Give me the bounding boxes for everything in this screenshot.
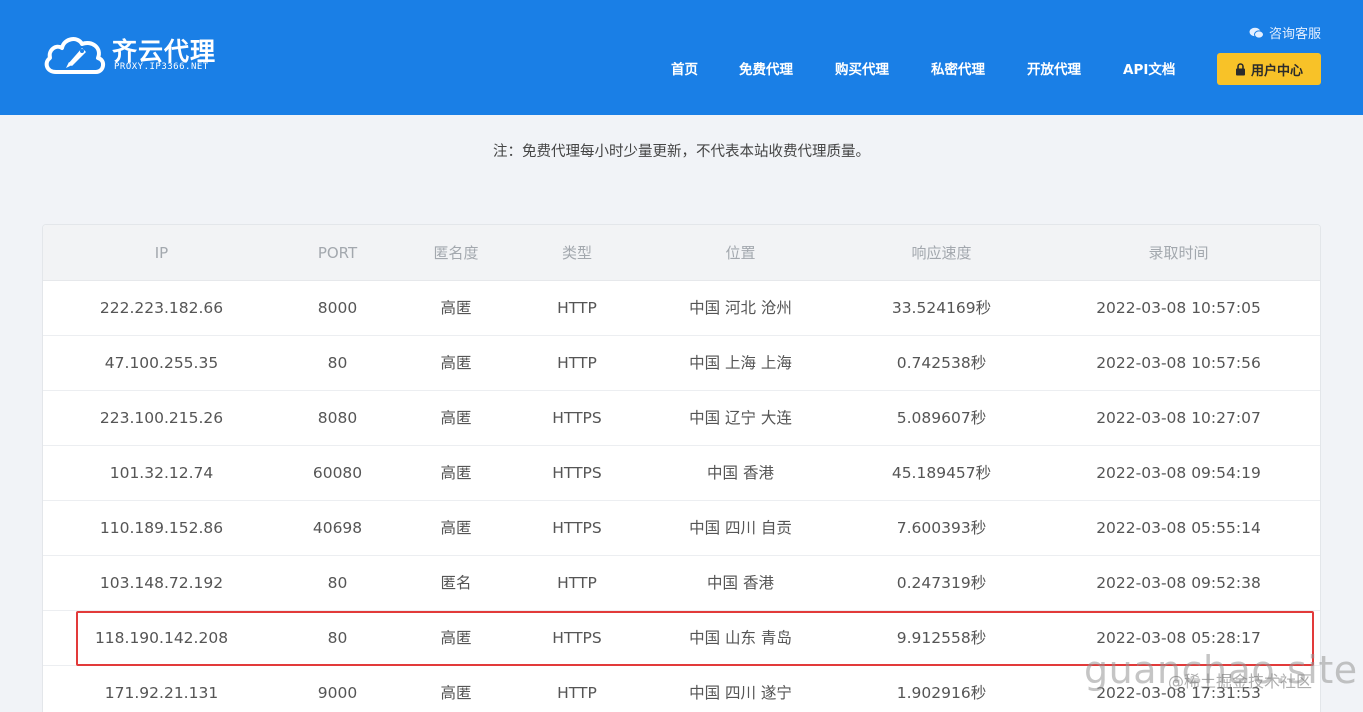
cell-time: 2022-03-08 05:55:14 bbox=[1096, 519, 1261, 537]
nav-item-private-proxy[interactable]: 私密代理 bbox=[931, 58, 985, 78]
cell-ip: 47.100.255.35 bbox=[104, 354, 219, 372]
cell-type: HTTP bbox=[557, 684, 597, 702]
cell-ip: 110.189.152.86 bbox=[99, 519, 224, 537]
cell-anonymity: 匿名 bbox=[440, 574, 472, 592]
user-center-label: 用户中心 bbox=[1250, 63, 1303, 79]
table-row: 222.223.182.66 8000 高匿 HTTP 中国 河北 沧州 33.52416… bbox=[43, 281, 1320, 336]
cell-time: 2022-03-08 10:57:56 bbox=[1096, 354, 1261, 372]
column-header-location: 位置 bbox=[725, 244, 756, 262]
cell-speed: 33.524169秒 bbox=[891, 299, 992, 317]
table-row: 47.100.255.35 80 高匿 HTTP 中国 上海 上海 0.742538秒 20… bbox=[43, 336, 1320, 391]
consult-support-link[interactable]: 咨询客服 bbox=[1249, 23, 1321, 42]
cell-speed: 9.912558秒 bbox=[896, 629, 987, 647]
consult-label: 咨询客服 bbox=[1268, 27, 1321, 42]
nav-item-free-proxy[interactable]: 免费代理 bbox=[739, 58, 793, 78]
table-header: IP PORT 匿名度 类型 位置 响应速度 录取时间 bbox=[43, 225, 1320, 281]
nav-item-api-docs[interactable]: API文档 bbox=[1123, 58, 1175, 78]
cell-port: 9000 bbox=[317, 684, 358, 702]
nav-item-open-proxy[interactable]: 开放代理 bbox=[1027, 58, 1081, 78]
cell-ip: 223.100.215.26 bbox=[99, 409, 224, 427]
cell-speed: 5.089607秒 bbox=[896, 409, 987, 427]
column-header-type: 类型 bbox=[561, 244, 592, 262]
column-header-anonymity: 匿名度 bbox=[433, 244, 479, 262]
table-row: 103.148.72.192 80 匿名 HTTP 中国 香港 0.247319秒 2022… bbox=[43, 556, 1320, 611]
lock-icon bbox=[1235, 62, 1245, 75]
cell-anonymity: 高匿 bbox=[440, 354, 472, 372]
cloud-rocket-icon bbox=[44, 37, 105, 74]
proxy-table: IP PORT 匿名度 类型 位置 响应速度 录取时间 222.223.182.… bbox=[42, 224, 1321, 712]
cell-anonymity: 高匿 bbox=[440, 629, 472, 647]
cell-location: 中国 辽宁 大连 bbox=[689, 409, 792, 427]
column-header-speed: 响应速度 bbox=[911, 244, 972, 262]
cell-time: 2022-03-08 09:54:19 bbox=[1096, 464, 1261, 482]
user-center-button[interactable]: 用户中心 bbox=[1217, 53, 1321, 85]
cell-speed: 45.189457秒 bbox=[891, 464, 992, 482]
cell-speed: 7.600393秒 bbox=[896, 519, 987, 537]
cell-port: 80 bbox=[327, 629, 348, 647]
cell-location: 中国 香港 bbox=[707, 574, 774, 592]
cell-port: 40698 bbox=[312, 519, 363, 537]
cell-type: HTTPS bbox=[552, 519, 602, 537]
cell-ip: 222.223.182.66 bbox=[99, 299, 224, 317]
cell-anonymity: 高匿 bbox=[440, 409, 472, 427]
cell-ip: 171.92.21.131 bbox=[104, 684, 219, 702]
top-navigation-bar: 齐云代理 PROXY.IP3366.NET 咨询客服 首页 免费代理 购买代理 … bbox=[0, 0, 1363, 115]
cell-ip: 101.32.12.74 bbox=[109, 464, 214, 482]
cell-anonymity: 高匿 bbox=[440, 684, 472, 702]
table-row: 101.32.12.74 60080 高匿 HTTPS 中国 香港 45.189457秒 2… bbox=[43, 446, 1320, 501]
nav-item-buy-proxy[interactable]: 购买代理 bbox=[835, 58, 889, 78]
table-row: 223.100.215.26 8080 高匿 HTTPS 中国 辽宁 大连 5.08960… bbox=[43, 391, 1320, 446]
cell-port: 80 bbox=[327, 354, 348, 372]
cell-ip: 103.148.72.192 bbox=[99, 574, 224, 592]
cell-port: 8000 bbox=[317, 299, 358, 317]
cell-time: 2022-03-08 10:57:05 bbox=[1096, 299, 1261, 317]
cell-type: HTTP bbox=[557, 299, 597, 317]
cell-type: HTTPS bbox=[552, 409, 602, 427]
cell-type: HTTPS bbox=[552, 464, 602, 482]
table-row: 110.189.152.86 40698 高匿 HTTPS 中国 四川 自贡 7.6003… bbox=[43, 501, 1320, 556]
cell-speed: 0.742538秒 bbox=[896, 354, 987, 372]
cell-speed: 1.902916秒 bbox=[896, 684, 987, 702]
cell-type: HTTP bbox=[557, 574, 597, 592]
column-header-time: 录取时间 bbox=[1148, 244, 1209, 262]
cell-port: 8080 bbox=[317, 409, 358, 427]
cell-type: HTTP bbox=[557, 354, 597, 372]
cell-port: 80 bbox=[327, 574, 348, 592]
nav-item-home[interactable]: 首页 bbox=[671, 58, 698, 78]
cell-location: 中国 四川 自贡 bbox=[689, 519, 792, 537]
cell-time: 2022-03-08 10:27:07 bbox=[1096, 409, 1261, 427]
cell-speed: 0.247319秒 bbox=[896, 574, 987, 592]
cell-location: 中国 山东 青岛 bbox=[689, 629, 792, 647]
cell-ip: 118.190.142.208 bbox=[94, 629, 229, 647]
logo-subtitle: PROXY.IP3366.NET bbox=[114, 62, 209, 72]
cell-type: HTTPS bbox=[552, 629, 602, 647]
cell-location: 中国 河北 沧州 bbox=[689, 299, 792, 317]
notice-text: 注：免费代理每小时少量更新，不代表本站收费代理质量。 bbox=[493, 144, 870, 160]
cell-port: 60080 bbox=[312, 464, 363, 482]
cell-anonymity: 高匿 bbox=[440, 464, 472, 482]
cell-location: 中国 香港 bbox=[707, 464, 774, 482]
cell-anonymity: 高匿 bbox=[440, 519, 472, 537]
column-header-ip: IP bbox=[154, 244, 169, 262]
cell-location: 中国 上海 上海 bbox=[689, 354, 792, 372]
chat-icon bbox=[1249, 27, 1264, 39]
column-header-port: PORT bbox=[317, 244, 358, 262]
watermark-subtext: @稀土掘金技术社区 bbox=[1168, 672, 1313, 691]
site-logo[interactable]: 齐云代理 PROXY.IP3366.NET bbox=[42, 26, 232, 82]
cell-anonymity: 高匿 bbox=[440, 299, 472, 317]
cell-time: 2022-03-08 09:52:38 bbox=[1096, 574, 1261, 592]
cell-location: 中国 四川 遂宁 bbox=[689, 684, 792, 702]
